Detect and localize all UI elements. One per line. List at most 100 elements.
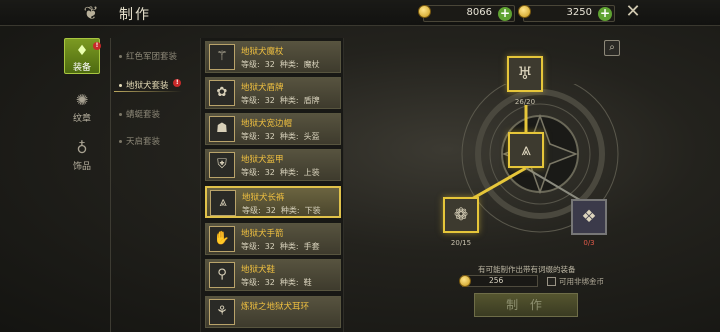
item-name: 地狱犬盔甲 xyxy=(241,155,284,165)
add-currency-button[interactable]: + xyxy=(598,7,612,21)
category-label: 饰品 xyxy=(72,162,91,172)
result-slot[interactable]: ⩓ xyxy=(508,132,544,168)
emblem-icon: ✺ xyxy=(75,91,89,109)
list-item[interactable]: ⚘ 炼狱之地狱犬耳环 xyxy=(205,296,341,328)
item-name: 地狱犬盾牌 xyxy=(241,83,284,93)
subcategory-nav: 红色军团套装 地狱犬套装 ! 蜻蜓套装 天启套装 xyxy=(110,38,195,332)
type-label: 种类: xyxy=(279,96,299,105)
type-label: 种类: xyxy=(279,242,299,251)
level-label: 等级: xyxy=(241,278,260,287)
use-unbound-gold-label: 可用非绑金币 xyxy=(559,277,604,286)
material-slot-2[interactable]: ❁ xyxy=(443,197,479,233)
item-level: 32 xyxy=(264,278,275,287)
item-type: 下装 xyxy=(304,206,321,215)
category-equipment[interactable]: ♦ 装备 ! xyxy=(64,38,101,74)
currency-value: 3250 xyxy=(566,7,592,18)
paw-crystal-icon: ❖ xyxy=(581,207,597,227)
item-level: 32 xyxy=(264,132,275,141)
level-label: 等级: xyxy=(241,132,260,141)
category-label: 纹章 xyxy=(72,114,91,124)
material-slot-1[interactable]: ♅ xyxy=(507,56,543,92)
level-label: 等级: xyxy=(242,206,261,215)
list-item[interactable]: ⚲ 地狱犬鞋 等级: 32 种类: 鞋 xyxy=(205,259,341,291)
gold-coin-icon xyxy=(459,275,471,287)
craft-button[interactable]: 制 作 xyxy=(474,293,578,317)
dragon-emblem-icon: ❦ xyxy=(83,2,99,24)
item-type: 头盔 xyxy=(303,132,320,141)
item-level: 32 xyxy=(264,96,275,105)
gloves-icon: ✋ xyxy=(209,226,235,252)
list-item-selected[interactable]: ⩓ 地狱犬长裤 等级: 32 种类: 下装 xyxy=(205,186,341,218)
helmet-icon: ☗ xyxy=(209,116,235,142)
affix-hint-text: 有可能制作出带有词缀的装备 xyxy=(478,265,576,274)
list-item[interactable]: ✋ 地狱犬手箭 等级: 32 种类: 手套 xyxy=(205,223,341,255)
armor-icon: ⛨ xyxy=(209,152,235,178)
subcategory-cerberus[interactable]: 地狱犬套装 ! xyxy=(119,79,182,91)
subcategory-label: 蜻蜓套装 xyxy=(126,110,161,120)
earring-icon: ⚘ xyxy=(209,299,235,325)
equipment-icon: ♦ xyxy=(75,43,89,59)
item-type: 手套 xyxy=(303,242,320,251)
treasure-chest-icon: ❁ xyxy=(453,205,469,225)
subcategory-label: 红色军团套装 xyxy=(126,52,178,62)
alert-badge: ! xyxy=(173,79,182,87)
boots-icon: ⚲ xyxy=(209,262,235,288)
type-label: 种类: xyxy=(279,60,299,69)
category-label: 装备 xyxy=(72,63,91,73)
subcategory-label: 地狱犬套装 xyxy=(126,81,169,91)
item-name: 地狱犬宽边帽 xyxy=(241,119,293,129)
category-accessory[interactable]: ♁ 饰品 xyxy=(64,136,100,172)
level-label: 等级: xyxy=(241,168,260,177)
currency-value: 8066 xyxy=(466,7,492,18)
material-slot-3[interactable]: ❖ xyxy=(571,199,607,235)
alert-badge: ! xyxy=(93,42,101,50)
item-type: 魔杖 xyxy=(303,60,320,69)
subcategory-apocalypse[interactable]: 天启套装 xyxy=(119,135,160,147)
material-count-3: 0/3 xyxy=(583,239,595,247)
list-item[interactable]: ⚚ 地狱犬魔杖 等级: 32 种类: 魔杖 xyxy=(205,41,341,73)
add-currency-button[interactable]: + xyxy=(498,7,512,21)
currency-gold-1: 8066 + xyxy=(418,5,515,22)
material-count-2: 20/15 xyxy=(450,239,472,247)
shield-icon: ✿ xyxy=(209,80,235,106)
page-title: 制作 xyxy=(119,7,151,23)
category-emblem[interactable]: ✺ 纹章 xyxy=(64,88,100,124)
item-name: 地狱犬手箭 xyxy=(241,229,284,239)
type-label: 种类: xyxy=(279,168,299,177)
gold-coin-icon xyxy=(418,5,431,18)
item-level: 32 xyxy=(265,206,276,215)
accessory-icon: ♁ xyxy=(76,139,88,157)
subcategory-red-legion[interactable]: 红色军团套装 xyxy=(119,50,177,62)
type-label: 种类: xyxy=(279,132,299,141)
item-list[interactable]: ⚚ 地狱犬魔杖 等级: 32 种类: 魔杖 ✿ 地狱犬盾牌 等级: 32 种类: 盾牌 ☗ … xyxy=(200,38,344,332)
list-item[interactable]: ☗ 地狱犬宽边帽 等级: 32 种类: 头盔 xyxy=(205,113,341,145)
armor-piece-icon: ♅ xyxy=(517,64,533,84)
subcategory-label: 天启套装 xyxy=(126,137,161,147)
level-label: 等级: xyxy=(241,242,260,251)
item-level: 32 xyxy=(264,60,275,69)
use-unbound-gold-checkbox[interactable] xyxy=(547,277,556,286)
wand-icon: ⚚ xyxy=(209,44,235,70)
gold-coin-icon xyxy=(518,5,531,18)
active-underline xyxy=(114,91,182,92)
type-label: 种类: xyxy=(280,206,300,215)
item-name: 炼狱之地狱犬耳环 xyxy=(241,302,310,312)
list-item[interactable]: ⛨ 地狱犬盔甲 等级: 32 种类: 上装 xyxy=(205,149,341,181)
pants-icon: ⩓ xyxy=(210,190,236,216)
item-type: 盾牌 xyxy=(303,96,320,105)
craft-cost-box: 256 xyxy=(459,275,538,287)
item-type: 上装 xyxy=(303,168,320,177)
list-item[interactable]: ✿ 地狱犬盾牌 等级: 32 种类: 盾牌 xyxy=(205,77,341,109)
pants-icon: ⩓ xyxy=(521,140,531,160)
material-count-1: 26/20 xyxy=(514,98,536,106)
item-level: 32 xyxy=(264,242,275,251)
currency-gold-2: 3250 + xyxy=(518,5,615,22)
craft-cost-value: 256 xyxy=(489,276,504,285)
subcategory-dragonfly[interactable]: 蜻蜓套装 xyxy=(119,108,160,120)
item-name: 地狱犬魔杖 xyxy=(241,47,284,57)
type-label: 种类: xyxy=(279,278,299,287)
item-name: 地狱犬鞋 xyxy=(241,265,276,275)
close-icon[interactable]: ✕ xyxy=(624,3,642,21)
level-label: 等级: xyxy=(241,60,260,69)
item-level: 32 xyxy=(264,168,275,177)
